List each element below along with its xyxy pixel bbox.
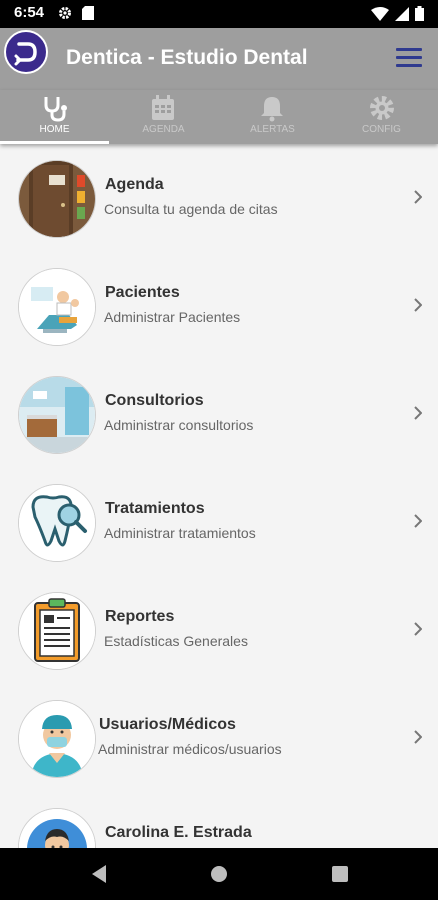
menu-line xyxy=(396,48,422,51)
menu-line xyxy=(396,64,422,67)
clinic-room-icon xyxy=(18,376,96,454)
settings-status-icon xyxy=(58,6,72,25)
item-subtitle: Administrar tratamientos xyxy=(104,525,256,541)
menu-line xyxy=(396,56,422,59)
nav-recents-icon[interactable] xyxy=(331,864,349,889)
tab-config[interactable]: CONFIG xyxy=(327,90,436,144)
tab-agenda[interactable]: AGENDA xyxy=(109,90,218,144)
doctor-icon xyxy=(18,700,96,778)
tab-alertas[interactable]: ALERTAS xyxy=(218,90,327,144)
tab-bar: HOME AGENDA ALERTAS CONFIG xyxy=(0,90,438,144)
chevron-right-icon xyxy=(414,730,423,749)
app-bar: Dentica - Estudio Dental xyxy=(0,28,438,90)
list-item-reportes[interactable]: Reportes Estadísticas Generales xyxy=(0,576,438,684)
list-item-usuarios[interactable]: Usuarios/Médicos Administrar médicos/usu… xyxy=(0,684,438,792)
tab-home[interactable]: HOME xyxy=(0,90,109,144)
app-title: Dentica - Estudio Dental xyxy=(66,46,308,69)
system-nav-bar xyxy=(0,848,438,900)
sd-card-icon xyxy=(82,6,94,25)
item-subtitle: Estadísticas Generales xyxy=(104,633,248,649)
list-item-pacientes[interactable]: Pacientes Administrar Pacientes xyxy=(0,252,438,360)
chevron-right-icon xyxy=(414,298,423,317)
profile-name: Carolina E. Estrada xyxy=(105,824,252,841)
tooth-magnifier-icon xyxy=(18,484,96,562)
chevron-right-icon xyxy=(414,622,423,641)
app-logo[interactable] xyxy=(4,30,48,74)
chevron-right-icon xyxy=(414,406,423,425)
nav-home-icon[interactable] xyxy=(210,864,228,889)
tab-label: HOME xyxy=(39,124,70,135)
clipboard-icon xyxy=(18,592,96,670)
gear-icon xyxy=(368,94,396,127)
user-avatar-icon xyxy=(18,808,96,848)
item-title: Reportes xyxy=(105,608,175,625)
menu-list: Agenda Consulta tu agenda de citas Pacie… xyxy=(0,144,438,848)
item-title: Tratamientos xyxy=(105,500,205,517)
dental-chair-icon xyxy=(18,268,96,346)
battery-icon xyxy=(415,6,424,26)
item-subtitle: Administrar consultorios xyxy=(104,417,254,433)
item-subtitle: Administrar médicos/usuarios xyxy=(98,741,282,757)
item-title: Usuarios/Médicos xyxy=(99,716,236,733)
door-icon xyxy=(18,160,96,238)
item-title: Consultorios xyxy=(105,392,204,409)
tab-label: AGENDA xyxy=(142,124,185,135)
profile-item[interactable]: Carolina E. Estrada xyxy=(0,792,438,848)
stethoscope-icon xyxy=(41,94,69,127)
chevron-right-icon xyxy=(414,190,423,209)
nav-back-icon[interactable] xyxy=(90,864,108,889)
item-subtitle: Administrar Pacientes xyxy=(104,309,241,325)
item-title: Agenda xyxy=(105,176,164,193)
chevron-right-icon xyxy=(414,514,423,533)
list-item-tratamientos[interactable]: Tratamientos Administrar tratamientos xyxy=(0,468,438,576)
tab-label: ALERTAS xyxy=(250,124,295,135)
logo-icon xyxy=(14,42,37,66)
hamburger-menu-button[interactable] xyxy=(396,48,422,68)
list-item-agenda[interactable]: Agenda Consulta tu agenda de citas xyxy=(0,144,438,252)
item-subtitle: Consulta tu agenda de citas xyxy=(104,201,278,217)
item-title: Pacientes xyxy=(105,284,180,301)
tab-label: CONFIG xyxy=(362,124,401,135)
status-time: 6:54 xyxy=(14,4,45,21)
status-bar: 6:54 xyxy=(0,0,438,28)
list-item-consultorios[interactable]: Consultorios Administrar consultorios xyxy=(0,360,438,468)
bell-icon xyxy=(259,94,285,127)
wifi-icon xyxy=(371,6,389,26)
cell-signal-icon xyxy=(395,6,409,26)
calendar-icon xyxy=(150,94,176,127)
